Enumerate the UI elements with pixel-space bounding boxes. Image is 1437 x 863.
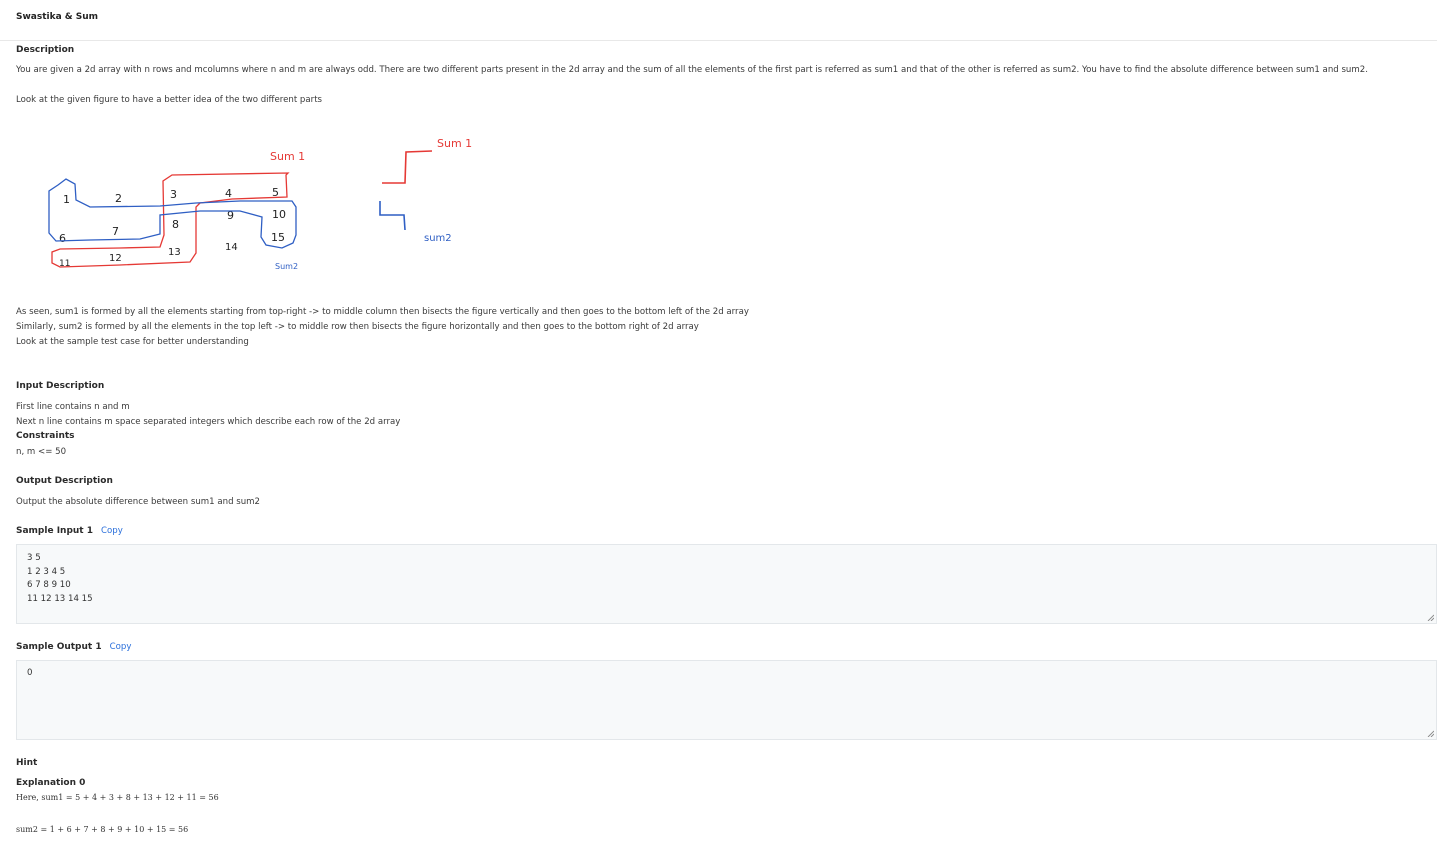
input-description-line2: Next n line contains m space separated i… [16, 417, 401, 427]
sample-input-title: Sample Input 1 [16, 526, 94, 536]
input-description-heading: Input Description [16, 381, 105, 391]
sample-input-heading: Sample Input 1 Copy [16, 526, 123, 536]
sample-input-copy-button[interactable]: Copy [101, 526, 123, 536]
sample-output-title: Sample Output 1 [16, 642, 102, 652]
grid-number: 3 [170, 188, 177, 201]
sample-input-box[interactable]: 3 5 1 2 3 4 5 6 7 8 9 10 11 12 13 14 15 [16, 544, 1437, 624]
swastika-figure: 1 2 3 4 5 6 7 8 9 10 11 12 13 14 15 Sum … [48, 137, 472, 271]
hint-heading: Hint [16, 758, 38, 768]
explanation-hint: Look at the sample test case for better … [16, 337, 249, 347]
explanation-sum2: Similarly, sum2 is formed by all the ele… [16, 322, 699, 332]
resize-handle-icon[interactable] [1426, 613, 1434, 621]
explanation-sum2-calc: sum2 = 1 + 6 + 7 + 8 + 9 + 10 + 15 = 56 [16, 825, 189, 834]
description-figure-hint: Look at the given figure to have a bette… [16, 95, 323, 105]
grid-number: 2 [115, 192, 122, 205]
constraints-heading: Constraints [16, 431, 75, 441]
grid-number: 10 [272, 208, 286, 221]
grid-number: 4 [225, 187, 232, 200]
sum2-label: Sum2 [275, 262, 298, 271]
explanation-heading: Explanation 0 [16, 778, 86, 788]
sample-input-line: 1 2 3 4 5 [27, 566, 66, 577]
sample-input-line: 6 7 8 9 10 [27, 580, 71, 590]
grid-number: 15 [271, 231, 285, 244]
divider [0, 40, 1437, 41]
sample-input-line: 11 12 13 14 15 [27, 593, 93, 604]
sum1-legend-shape [382, 150, 433, 184]
sum1-label: Sum 1 [270, 150, 305, 163]
input-description-line1: First line contains n and m [16, 402, 130, 412]
sample-output-text: 0 [27, 667, 32, 681]
explanation-sum1-calc: Here, sum1 = 5 + 4 + 3 + 8 + 13 + 12 + 1… [16, 793, 219, 802]
grid-number: 8 [172, 218, 179, 231]
constraints-text: n, m <= 50 [16, 447, 67, 457]
grid-number: 13 [168, 247, 181, 258]
sample-output-copy-button[interactable]: Copy [110, 642, 132, 652]
grid-number: 12 [109, 253, 122, 264]
sample-output-box[interactable]: 0 [16, 660, 1437, 740]
description-heading: Description [16, 45, 75, 55]
sum2-legend-label: sum2 [424, 233, 452, 244]
grid-number: 14 [225, 242, 238, 253]
sample-input-text: 3 5 1 2 3 4 5 6 7 8 9 10 11 12 13 14 15 [27, 552, 93, 606]
sample-output-heading: Sample Output 1 Copy [16, 642, 131, 652]
output-description-text: Output the absolute difference between s… [16, 497, 261, 507]
output-description-heading: Output Description [16, 476, 113, 486]
grid-number: 7 [112, 225, 119, 238]
resize-handle-icon[interactable] [1426, 729, 1434, 737]
grid-number: 1 [63, 193, 70, 206]
explanation-sum1: As seen, sum1 is formed by all the eleme… [16, 307, 749, 317]
sample-output-line: 0 [27, 668, 33, 678]
problem-title: Swastika & Sum [16, 12, 99, 22]
description-text: You are given a 2d array with n rows and… [16, 65, 1368, 75]
sum2-legend-shape [379, 201, 406, 231]
grid-number: 6 [59, 232, 66, 245]
sum1-legend-label: Sum 1 [437, 137, 472, 150]
sample-input-line: 3 5 [27, 553, 41, 563]
